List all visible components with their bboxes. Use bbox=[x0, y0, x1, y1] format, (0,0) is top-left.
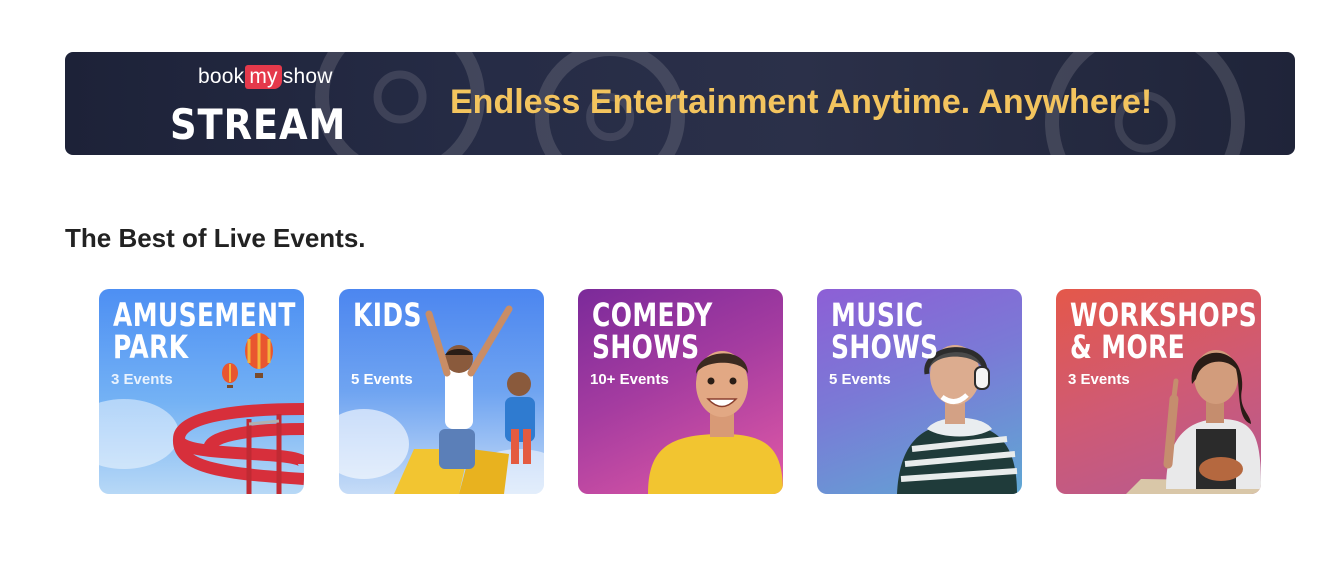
event-count: 10+ Events bbox=[590, 371, 669, 388]
category-card-comedy-shows[interactable]: COMEDY SHOWS 10+ Events bbox=[578, 289, 783, 494]
stream-banner[interactable]: book my show STREAM Endless Entertainment … bbox=[65, 52, 1295, 155]
card-title: COMEDY SHOWS bbox=[592, 299, 713, 363]
event-count: 5 Events bbox=[351, 371, 413, 388]
stream-logo-text: STREAM bbox=[170, 100, 347, 149]
event-count: 3 Events bbox=[1068, 371, 1130, 388]
category-card-music-shows[interactable]: MUSIC SHOWS 5 Events bbox=[817, 289, 1022, 494]
logo-my: my bbox=[245, 65, 282, 89]
banner-tagline: Endless Entertainment Anytime. Anywhere! bbox=[450, 83, 1153, 121]
category-card-workshops-more[interactable]: WORKSHOPS & MORE 3 Events bbox=[1056, 289, 1261, 494]
category-card-kids[interactable]: KIDS 5 Events bbox=[339, 289, 544, 494]
event-count: 5 Events bbox=[829, 371, 891, 388]
card-title-line2: PARK bbox=[113, 328, 189, 366]
section-title: The Best of Live Events. bbox=[65, 223, 366, 253]
card-title-line1: KIDS bbox=[353, 296, 422, 334]
logo-book: book bbox=[198, 65, 245, 88]
card-title-line2: SHOWS bbox=[831, 328, 939, 366]
card-title-line2: & MORE bbox=[1070, 328, 1186, 366]
card-title: AMUSEMENT PARK bbox=[113, 299, 296, 363]
card-title: KIDS bbox=[353, 299, 422, 331]
bookmyshow-logo: book my show bbox=[198, 65, 333, 89]
card-title: WORKSHOPS & MORE bbox=[1070, 299, 1257, 363]
category-card-amusement-park[interactable]: AMUSEMENT PARK 3 Events bbox=[99, 289, 304, 494]
card-title-line2: SHOWS bbox=[592, 328, 700, 366]
card-title: MUSIC SHOWS bbox=[831, 299, 939, 363]
logo-show: show bbox=[282, 65, 333, 88]
event-count: 3 Events bbox=[111, 371, 173, 388]
